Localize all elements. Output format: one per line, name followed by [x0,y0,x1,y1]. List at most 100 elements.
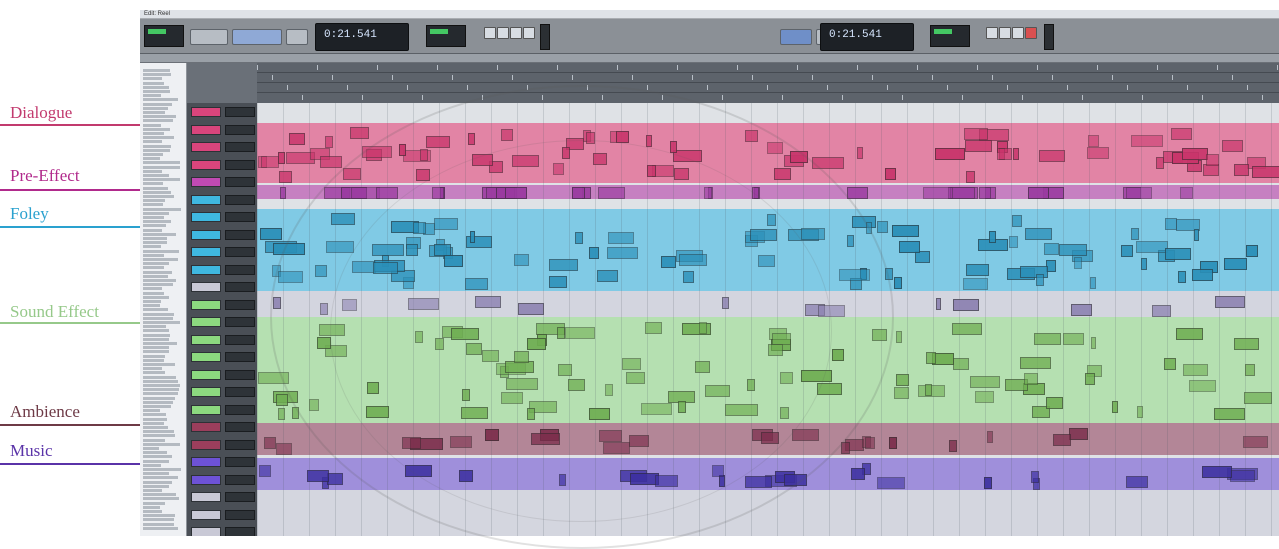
track-io-cell[interactable] [225,124,255,135]
track-list-row[interactable] [143,136,174,140]
track-list-row[interactable] [143,505,160,509]
audio-region[interactable] [1013,147,1019,160]
audio-region[interactable] [1136,406,1144,419]
track-list-row[interactable] [143,371,165,375]
track-io-cell[interactable] [225,334,255,345]
track-list-row[interactable] [143,262,170,266]
audio-region[interactable] [1034,332,1061,345]
track-name-cell[interactable] [191,527,221,536]
audio-region[interactable] [983,476,992,489]
track-list-row[interactable] [143,258,179,261]
audio-region[interactable] [1164,217,1177,230]
track-list-row[interactable] [143,127,170,131]
track-list-row[interactable] [143,304,161,308]
track-list-row[interactable] [143,274,168,278]
track-name-cell[interactable] [191,194,221,205]
audio-region[interactable] [1024,373,1039,386]
track-list-row[interactable] [143,94,161,98]
audio-region[interactable] [280,187,286,199]
audio-region[interactable] [898,241,920,254]
track-io-cell[interactable] [225,194,255,205]
track-list-row[interactable] [143,295,169,299]
track-list-row[interactable] [143,455,172,459]
track-list-row[interactable] [143,526,179,530]
audio-region[interactable] [970,376,1000,389]
track-list-row[interactable] [143,434,176,438]
audio-region[interactable] [953,358,969,371]
audio-region[interactable] [979,187,992,199]
track-list-row[interactable] [143,98,179,102]
track-list-row[interactable] [143,472,170,476]
track-list-row[interactable] [143,199,166,203]
track-name-cell[interactable] [191,247,221,257]
audio-region[interactable] [935,297,941,310]
mode-display[interactable] [144,25,184,47]
track-name-cell[interactable] [191,317,221,327]
audio-region[interactable] [1140,257,1148,270]
audio-region[interactable] [877,476,906,489]
stop-button-2[interactable] [999,27,1011,39]
audio-region[interactable] [888,436,898,449]
audio-region[interactable] [948,440,958,453]
track-list-row[interactable] [143,325,167,329]
audio-region[interactable] [1170,127,1192,140]
track-list-row[interactable] [143,241,167,245]
audio-region[interactable] [1063,333,1084,346]
audio-region[interactable] [965,263,989,276]
track-list-row[interactable] [143,207,181,211]
track-list-row[interactable] [143,430,175,434]
track-list-row[interactable] [143,178,181,182]
track-list-row[interactable] [143,106,169,110]
audio-region[interactable] [1164,357,1177,370]
track-list-row[interactable] [143,245,161,249]
track-list-row[interactable] [143,190,172,194]
track-list-row[interactable] [143,279,176,282]
track-name-cell[interactable] [191,264,221,275]
audio-region[interactable] [277,407,286,420]
main-counter-left[interactable]: 0:21.541 [315,23,409,51]
audio-region[interactable] [276,394,289,407]
track-name-cell[interactable] [191,229,221,240]
track-list-row[interactable] [143,468,181,471]
track-io-cell[interactable] [225,299,255,310]
edit-tool-buttons[interactable] [232,29,282,45]
track-list-row[interactable] [143,165,181,169]
track-name-cell[interactable] [191,282,221,292]
track-list-row[interactable] [143,484,170,488]
audio-region[interactable] [1058,244,1087,257]
track-list-row[interactable] [143,342,178,345]
audio-region[interactable] [288,132,305,145]
audio-region[interactable] [264,437,276,450]
track-list-row[interactable] [143,316,174,320]
audio-region[interactable] [1112,401,1118,413]
track-list-row[interactable] [143,203,163,207]
track-list-row[interactable] [143,249,180,253]
audio-region[interactable] [1011,214,1022,227]
audio-region[interactable] [1165,248,1191,261]
audio-region[interactable] [1221,139,1244,152]
audio-region[interactable] [1043,243,1060,256]
track-list-row[interactable] [143,312,174,316]
track-list-row[interactable] [143,518,175,522]
track-io-cell[interactable] [225,404,255,415]
track-io-cell[interactable] [225,387,255,397]
audio-region[interactable] [925,383,932,396]
audio-region[interactable] [1036,274,1044,287]
audio-region[interactable] [1008,235,1018,248]
track-io-cell[interactable] [225,527,255,536]
track-list-row[interactable] [143,476,179,480]
track-list-row[interactable] [143,283,174,287]
audio-region[interactable] [1090,277,1096,290]
audio-region[interactable] [278,171,293,184]
audio-region[interactable] [1205,154,1220,167]
audio-region[interactable] [307,469,330,482]
audio-region[interactable] [1176,328,1204,341]
audio-region[interactable] [1130,227,1139,240]
track-list-row[interactable] [143,77,162,81]
audio-region[interactable] [1073,257,1083,270]
track-list-row[interactable] [143,111,166,114]
track-list-row[interactable] [143,270,173,274]
audio-region[interactable] [1121,244,1134,257]
audio-region[interactable] [1020,356,1052,369]
track-list-row[interactable] [143,400,174,404]
